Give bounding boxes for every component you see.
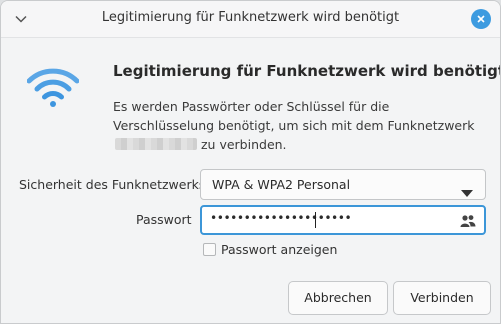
show-password-checkbox[interactable] xyxy=(203,243,216,256)
window-title: Legitimierung für Funknetzwerk wird benö… xyxy=(101,10,400,25)
users-icon[interactable] xyxy=(460,213,476,232)
text-caret xyxy=(315,212,316,228)
show-password-label[interactable]: Passwort anzeigen xyxy=(221,242,337,257)
auth-dialog-window: Legitimierung für Funknetzwerk wird benö… xyxy=(0,0,501,324)
caret-down-icon xyxy=(461,182,473,201)
wifi-icon xyxy=(26,67,80,107)
titlebar: Legitimierung für Funknetzwerk wird benö… xyxy=(1,1,500,38)
password-label: Passwort xyxy=(136,212,192,227)
description-text: Es werden Passwörter oder Schlüssel für … xyxy=(113,99,475,133)
password-masked-value: ••••••••••••••••••••• xyxy=(210,211,352,225)
security-select[interactable]: WPA & WPA2 Personal xyxy=(200,169,486,200)
dialog-description: Es werden Passwörter oder Schlüssel für … xyxy=(113,97,483,154)
security-label: Sicherheit des Funknetzwerks xyxy=(19,177,206,192)
close-icon[interactable] xyxy=(471,9,491,29)
connect-button[interactable]: Verbinden xyxy=(393,281,491,315)
dialog-heading: Legitimierung für Funknetzwerk wird benö… xyxy=(113,62,501,80)
network-name-redacted xyxy=(115,138,197,150)
cancel-button[interactable]: Abbrechen xyxy=(288,281,388,315)
password-input[interactable]: ••••••••••••••••••••• xyxy=(200,205,486,235)
security-selected-value: WPA & WPA2 Personal xyxy=(212,177,351,192)
description-text-end: zu verbinden. xyxy=(201,137,287,152)
